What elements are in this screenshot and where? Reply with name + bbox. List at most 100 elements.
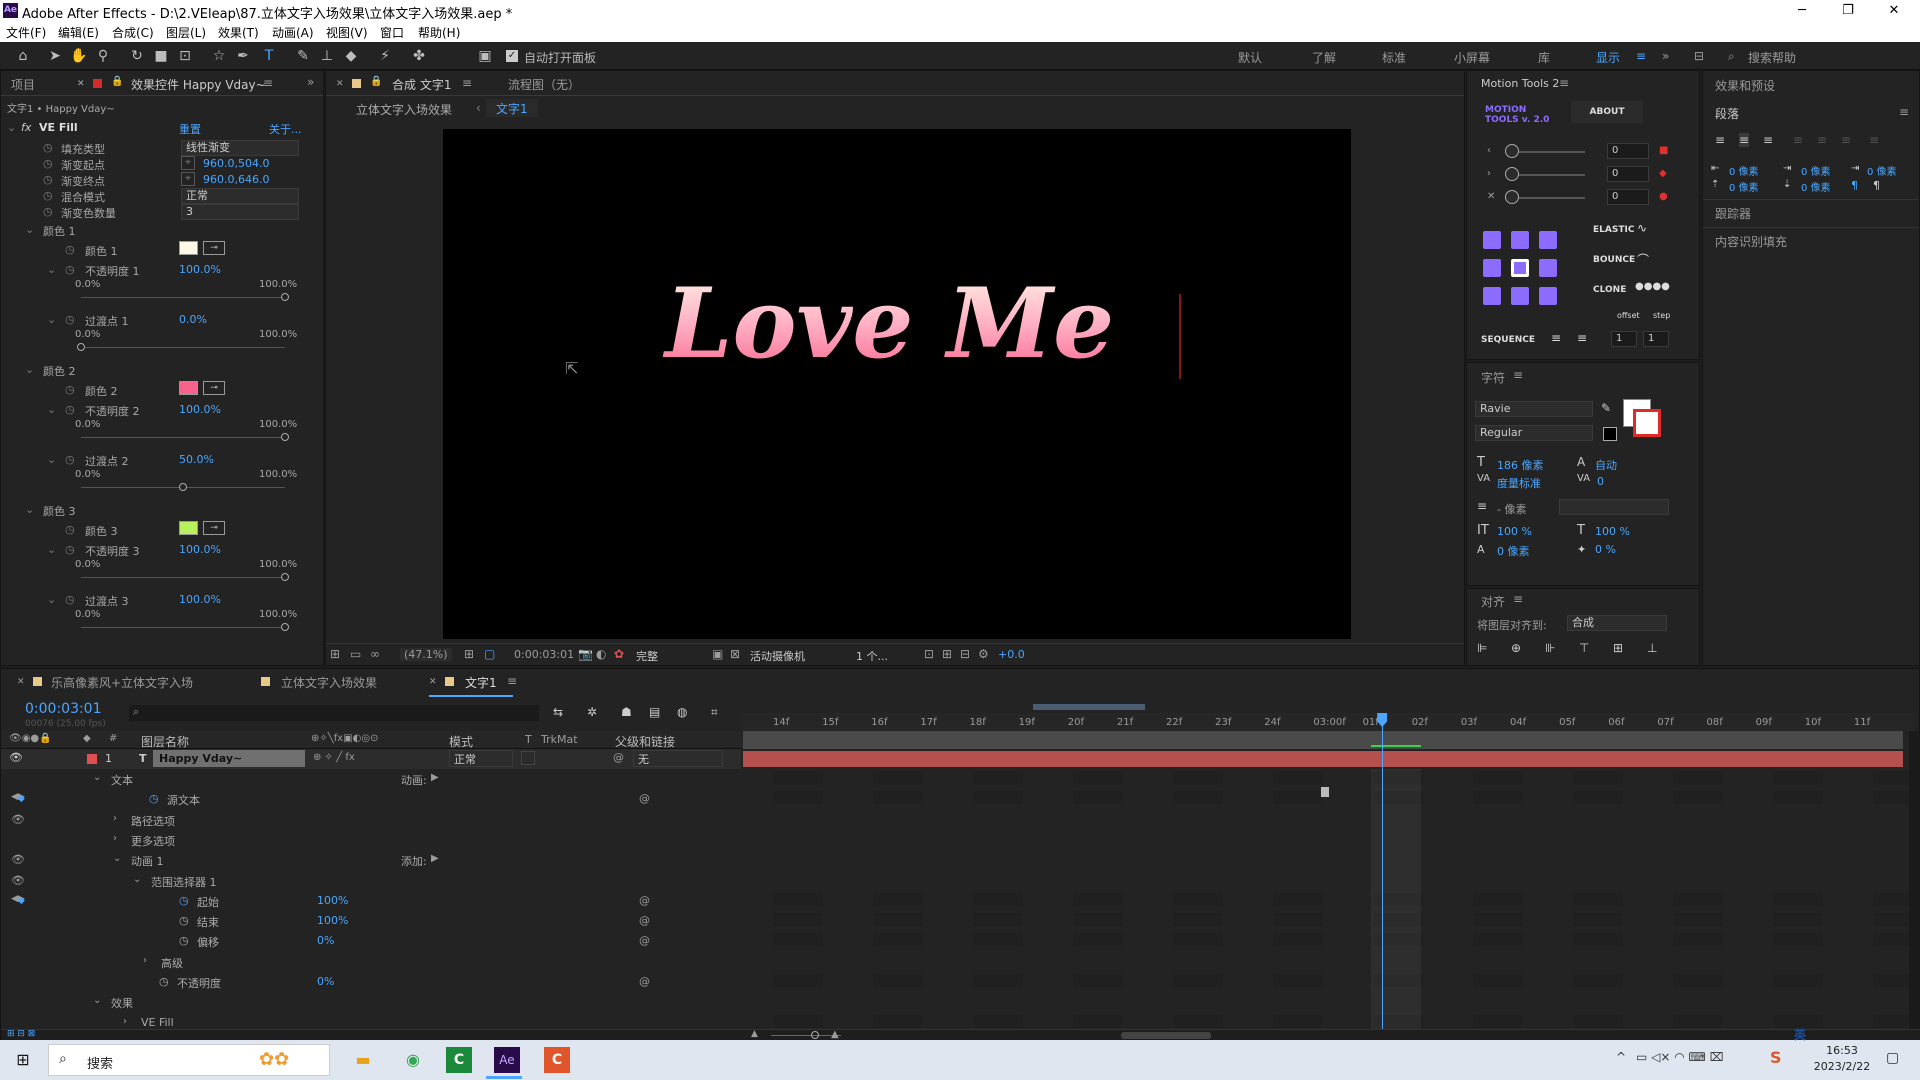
fx-prop-point-value[interactable]: 960.0,646.0 [203, 173, 269, 186]
character-menu-icon[interactable]: ≡ [1513, 368, 1523, 382]
workspace-display[interactable]: 显示 [1596, 49, 1620, 66]
fx-prop-dropdown[interactable]: 3 [181, 204, 299, 220]
expand-icon[interactable]: › [113, 813, 117, 824]
canvas-text[interactable]: Love Me [662, 267, 1114, 380]
snapshot-icon[interactable]: 📷 [578, 647, 593, 661]
rotate-tool-icon[interactable]: ↻ [128, 47, 146, 65]
indent-right-value[interactable]: 0 像素 [1867, 163, 1897, 178]
eyedropper-icon[interactable]: ⊸ [203, 381, 225, 395]
fx-icon[interactable]: fx [21, 121, 31, 134]
align-text-center-icon[interactable]: ≡ [1739, 133, 1750, 147]
sequence-left-icon[interactable]: ≡ [1551, 331, 1561, 345]
camtasia-icon[interactable]: C [446, 1047, 472, 1073]
expand-panel-icon[interactable]: » [307, 75, 314, 89]
ease-out-knob[interactable] [1505, 167, 1519, 181]
tab-flowchart[interactable]: 流程图（无） [508, 76, 580, 93]
space-after-value[interactable]: 0 像素 [1801, 179, 1831, 194]
time-ruler[interactable]: 14f 15f 16f 17f 18f 19f 20f 21f 22f 23f 24f 03:00f 0… [743, 713, 1913, 731]
visibility-icon[interactable]: 👁 [11, 853, 25, 866]
motion-blur-icon[interactable]: ◍ [677, 705, 687, 719]
eyedropper-icon[interactable]: ⊸ [203, 521, 225, 535]
browser-icon[interactable]: ◉ [398, 1046, 428, 1074]
close-button[interactable]: ✕ [1872, 0, 1916, 22]
position-slider-knob[interactable] [281, 623, 289, 631]
column-parent[interactable]: 父级和链接 [615, 733, 675, 750]
stopwatch-icon[interactable]: ◷ [65, 593, 75, 606]
maximize-button[interactable]: ❐ [1826, 0, 1870, 22]
column-layer-name[interactable]: 图层名称 [141, 733, 189, 750]
about-link[interactable]: 关于... [269, 121, 302, 137]
collapse-icon[interactable]: ⌄ [47, 593, 56, 606]
timeline-property-row[interactable]: 👁 › 路径选项 [1, 811, 741, 828]
sogou-ime-icon[interactable]: S [1770, 1048, 1782, 1067]
motion-tools-menu-icon[interactable]: ≡ [1559, 76, 1569, 90]
shy-layers-icon[interactable]: ☗ [621, 705, 632, 719]
anchor-ml[interactable] [1483, 259, 1501, 277]
column-trkmat[interactable]: TrkMat [541, 733, 578, 746]
file-explorer-icon[interactable]: ▬ [348, 1046, 378, 1074]
timeline-property-row[interactable]: ⌄ 效果 [1, 993, 741, 1010]
opacity-value[interactable]: 100.0% [179, 543, 221, 556]
vertical-scale-value[interactable]: 100 % [1497, 525, 1532, 538]
frame-blending-icon[interactable]: ▤ [649, 705, 660, 719]
home-icon[interactable]: ⌂ [14, 47, 32, 65]
mask-toggle-icon[interactable]: ⊠ [730, 647, 740, 661]
layer-label-color[interactable] [87, 754, 97, 764]
collapse-icon[interactable]: ⌄ [47, 453, 56, 466]
timeline-property-row[interactable]: ◀ ◆ ▶ ◷ 起始 100% @ [1, 892, 741, 909]
opacity-slider-knob[interactable] [281, 433, 289, 441]
anchor-br[interactable] [1539, 287, 1557, 305]
search-help-input[interactable]: 搜索帮助 [1748, 49, 1796, 66]
sequence-label[interactable]: SEQUENCE [1481, 335, 1535, 345]
timeline-vertical-scrollbar[interactable] [1909, 731, 1920, 1031]
layer-visibility-icon[interactable]: 👁 [9, 751, 23, 764]
justify-left-icon[interactable]: ≡ [1793, 133, 1803, 147]
visibility-icon[interactable]: 👁 [11, 874, 25, 887]
justify-all-icon[interactable]: ≡ [1869, 133, 1879, 147]
keyframe-marker[interactable] [1321, 787, 1329, 797]
align-text-left-icon[interactable]: ≡ [1715, 133, 1725, 147]
stroke-width-value[interactable]: - 像素 [1497, 501, 1526, 517]
anchor-bc[interactable] [1511, 287, 1529, 305]
tab-effect-controls[interactable]: 效果控件 Happy Vday~ [131, 76, 266, 93]
stopwatch-icon[interactable]: ◷ [43, 189, 53, 202]
puppet-tool-icon[interactable]: ✤ [410, 47, 428, 65]
pan-behind-tool-icon[interactable]: ⊡ [176, 47, 194, 65]
playhead[interactable] [1382, 713, 1384, 1031]
current-timecode[interactable]: 0:00:03:01 [25, 701, 102, 717]
timeline-menu-icon[interactable]: ≡ [507, 674, 517, 688]
sequence-offset-input[interactable]: 1 [1611, 331, 1637, 347]
work-area-range[interactable] [1033, 704, 1145, 710]
footer-toggle-icons[interactable]: ⊞ ⊟ ⊠ [7, 1029, 35, 1039]
comp-menu-icon[interactable]: ≡ [462, 76, 472, 90]
rtl-direction-icon[interactable]: ¶ [1873, 179, 1880, 192]
opacity-slider[interactable] [81, 297, 285, 298]
position-value[interactable]: 100.0% [179, 593, 221, 606]
paragraph-menu-icon[interactable]: ≡ [1899, 105, 1909, 119]
kerning-value[interactable]: 度量标准 [1497, 475, 1541, 491]
workspace-libraries[interactable]: 库 [1538, 49, 1550, 66]
tsume-value[interactable]: 0 % [1595, 543, 1616, 556]
add-menu-icon[interactable]: ▶ [431, 853, 439, 864]
collapse-icon[interactable]: ⌄ [47, 543, 56, 556]
layer-parent-dropdown[interactable]: 无 [633, 750, 723, 767]
ease-in-input[interactable]: 0 [1607, 143, 1649, 159]
align-top-icon[interactable]: ⊤ [1579, 641, 1589, 655]
paragraph-title[interactable]: 段落 [1715, 105, 1739, 122]
quality-dropdown[interactable]: 完整 [636, 648, 706, 664]
comp-mini-flowchart-icon[interactable]: ⇆ [553, 705, 563, 719]
stopwatch-icon[interactable]: ◷ [65, 543, 75, 556]
anchor-bl[interactable] [1483, 287, 1501, 305]
expand-icon[interactable]: › [143, 955, 147, 966]
keyframe-nav-icon[interactable]: ◀ ◆ ▶ [11, 792, 25, 804]
layer-row[interactable]: 👁 1 T Happy Vday~ ⊕ ✧ ╱ fx 正常 @ 无 [1, 749, 741, 769]
tracker-title[interactable]: 跟踪器 [1715, 205, 1751, 222]
align-vcenter-icon[interactable]: ⊞ [1613, 641, 1623, 655]
expand-icon[interactable]: ⌄ [133, 874, 141, 885]
align-right-icon[interactable]: ⊪ [1545, 641, 1555, 655]
stopwatch-icon[interactable]: ◷ [65, 263, 75, 276]
anchor-tr[interactable] [1539, 231, 1557, 249]
position-slider[interactable] [81, 347, 285, 348]
resolution-icon[interactable]: ⊞ [464, 647, 474, 661]
exposure-value[interactable]: +0.0 [998, 648, 1025, 661]
